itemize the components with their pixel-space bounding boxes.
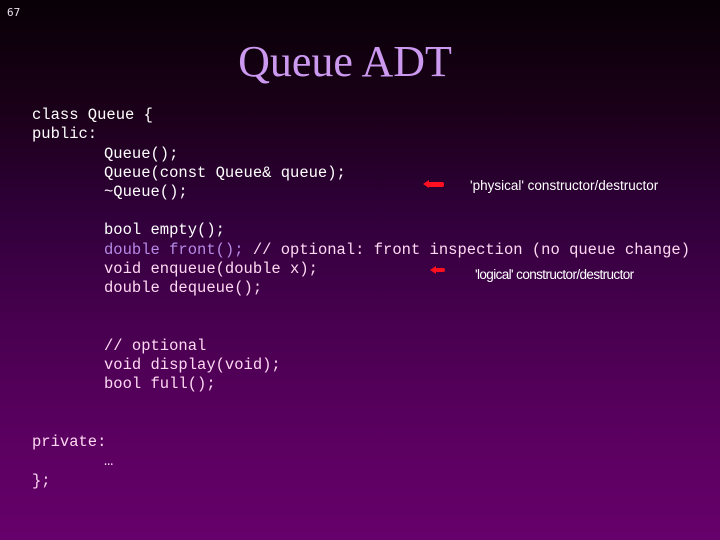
arrow-left-icon	[430, 266, 445, 274]
code-public-label: public:	[32, 125, 98, 143]
annotation-logical: 'logical' constructor/destructor	[475, 267, 634, 282]
annotation-physical: 'physical' constructor/destructor	[470, 178, 659, 193]
code-display: void display(void);	[104, 356, 281, 374]
code-full: bool full();	[104, 375, 216, 393]
slide-number: 67	[7, 6, 21, 19]
slide-title: Queue ADT	[238, 37, 452, 86]
code-front-comment: // optional: front inspection (no queue …	[243, 241, 691, 259]
code-destructor: ~Queue();	[104, 183, 188, 201]
code-default-constructor: Queue();	[104, 145, 179, 163]
code-optional-comment: // optional	[104, 337, 207, 355]
code-private-label: private:	[32, 433, 107, 451]
code-front-decl: double front();	[104, 241, 244, 259]
code-class-decl: class Queue {	[32, 106, 153, 124]
code-ellipsis: …	[104, 452, 114, 470]
code-copy-constructor: Queue(const Queue& queue);	[104, 164, 346, 182]
code-dequeue: double dequeue();	[104, 279, 263, 297]
code-class-close: };	[32, 472, 51, 490]
code-front-line: double front(); // optional: front inspe…	[104, 241, 690, 260]
arrow-left-icon	[423, 180, 444, 188]
code-empty: bool empty();	[104, 221, 225, 239]
code-enqueue: void enqueue(double x);	[104, 260, 318, 278]
